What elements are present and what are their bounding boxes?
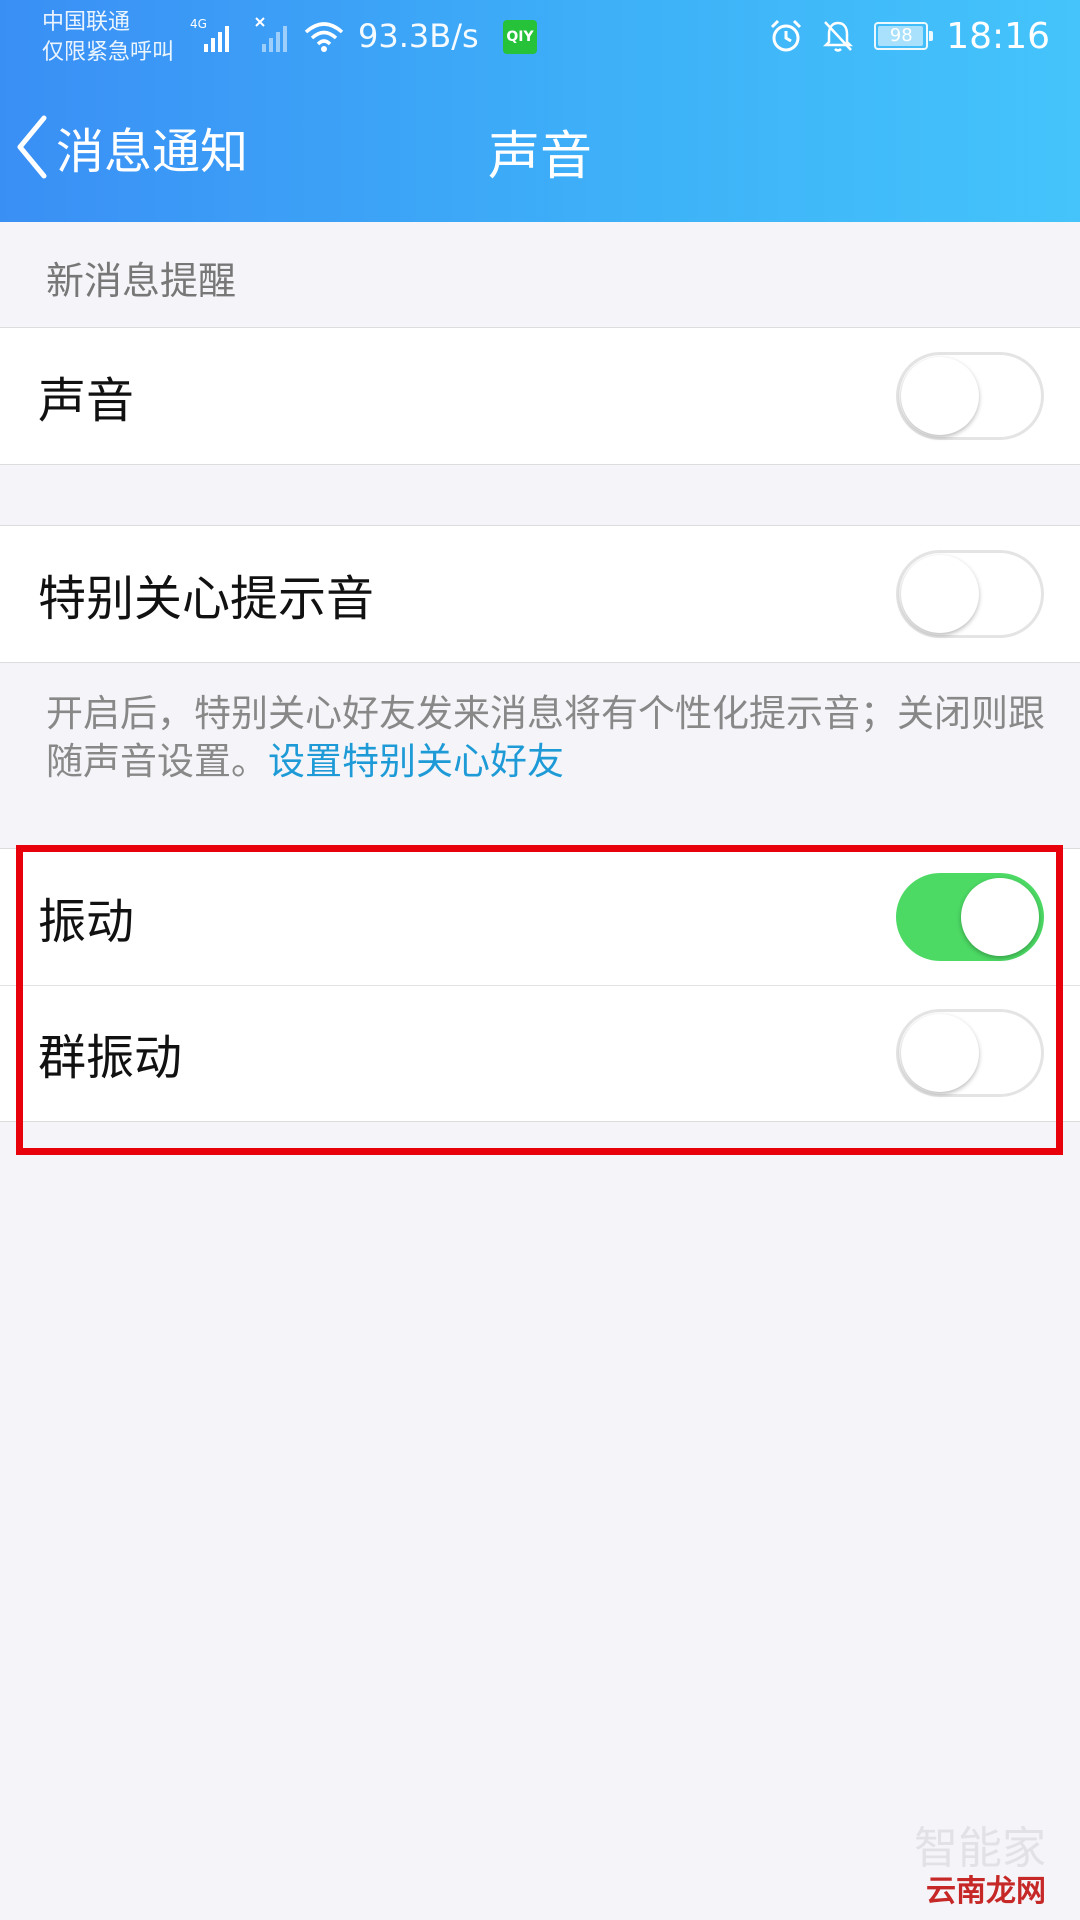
special-care-description: 开启后，特别关心好友发来消息将有个性化提示音；关闭则跟随声音设置。设置特别关心好… [46,690,1046,786]
set-special-care-friends-link[interactable]: 设置特别关心好友 [268,740,564,783]
setting-label-group-vibrate: 群振动 [38,1030,183,1086]
setting-row-special-care-tone: 特别关心提示音 [0,526,1080,662]
carrier-name: 中国联通 [42,10,131,35]
nav-bar: 消息通知 声音 [0,74,1080,222]
setting-label-special-care-tone: 特别关心提示音 [38,571,375,627]
group-vibrate-toggle[interactable] [896,1009,1044,1097]
section-header: 新消息提醒 [46,259,237,303]
no-signal-icon [255,17,287,52]
signal-icon: 4G [190,17,229,52]
toggle-knob [901,357,979,435]
setting-row-vibrate: 振动 [0,849,1080,985]
wifi-icon [304,22,344,52]
battery-tip [929,31,934,41]
network-type-label: 4G [190,17,207,31]
settings-group-special-care: 特别关心提示音 [0,525,1080,663]
watermark-top: 智能家 [914,1823,1046,1874]
special-care-tone-toggle[interactable] [896,550,1044,638]
carrier-status: 仅限紧急呼叫 [42,40,175,65]
sound-toggle[interactable] [896,352,1044,440]
iqiyi-icon: QIY [503,20,537,54]
setting-row-group-vibrate: 群振动 [0,985,1080,1121]
status-right: 98 18:16 [768,14,1050,58]
alarm-icon [771,19,802,52]
watermark: 智能家 云南龙网 [914,1824,1046,1910]
page-title: 声音 [487,127,592,187]
status-bar: 中国联通 仅限紧急呼叫 4G 93.3B/s QIY 98 18:16 [0,0,1080,74]
net-speed: 93.3B/s [358,17,479,55]
watermark-bottom: 云南龙网 [926,1874,1046,1909]
setting-label-sound: 声音 [38,373,135,429]
header: 中国联通 仅限紧急呼叫 4G 93.3B/s QIY 98 18:16 消息通知… [0,0,1080,222]
toggle-knob [901,1014,979,1092]
settings-group-vibration: 振动 群振动 [0,848,1080,1122]
setting-label-vibrate: 振动 [38,894,135,950]
clock: 18:16 [946,15,1050,57]
vibrate-toggle[interactable] [896,873,1044,961]
bell-off-icon [823,21,854,52]
battery-icon: 98 [874,22,934,50]
settings-group-sound: 声音 [0,327,1080,465]
setting-row-sound: 声音 [0,328,1080,464]
battery-level: 98 [889,25,913,46]
toggle-knob [901,555,979,633]
toggle-knob [961,878,1039,956]
carrier-info: 中国联通 仅限紧急呼叫 [42,8,174,68]
